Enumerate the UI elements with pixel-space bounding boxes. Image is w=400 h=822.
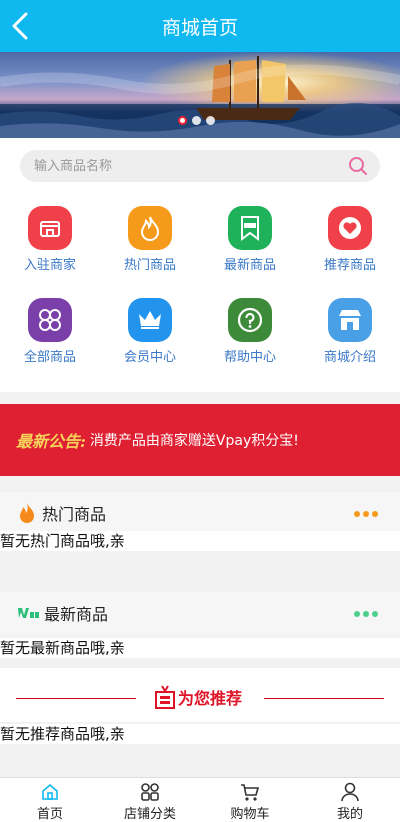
grid-item-label: 会员中心 (123, 350, 176, 365)
grid-item-member[interactable]: 会员中心 (100, 288, 200, 368)
grid-item-recommend[interactable]: 推荐商品 (300, 196, 400, 276)
back-arrow-icon[interactable] (8, 10, 34, 42)
section-title: 热门商品 (42, 505, 107, 524)
grid-item-merchants[interactable]: 入驻商家 (0, 196, 100, 276)
carousel-dot[interactable] (192, 116, 201, 125)
grid-item-about[interactable]: 商城介绍 (300, 288, 400, 368)
grid-item-label: 商城介绍 (323, 350, 376, 365)
grid-item-label: 推荐商品 (323, 258, 376, 273)
announcement-tag: 最新公告: (16, 432, 86, 451)
grid-item-label: 最新商品 (223, 258, 276, 273)
announcement-banner[interactable]: 最新公告: 消费产品由商家赠送Vpay积分宝! (0, 404, 400, 476)
home-icon (42, 783, 58, 800)
bottom-tab-bar: 首页 店铺分类 购物车 我的 (0, 777, 400, 822)
header-bar: 商城首页 (0, 0, 400, 52)
tab-label: 首页 (36, 807, 63, 822)
sailing-ship-banner-image (0, 52, 400, 138)
banner-carousel[interactable] (0, 52, 400, 138)
grid-item-label: 热门商品 (123, 258, 176, 273)
carousel-indicator (178, 116, 215, 125)
tab-home[interactable]: 首页 (0, 778, 100, 822)
section-header-new[interactable]: 最新商品 (0, 592, 400, 634)
section-header-recommend: 为您推荐 (0, 668, 400, 722)
cart-icon (241, 784, 260, 801)
grid-item-help[interactable]: 帮助中心 (200, 288, 300, 368)
grid-item-hot[interactable]: 热门商品 (100, 196, 200, 276)
category-grid: 入驻商家 热门商品 最新商品 推荐商品 全部商品 会员中心 帮助中心 商城介绍 (0, 194, 400, 392)
empty-message-recommend: 暂无推荐商品哦,亲 (0, 724, 400, 744)
more-dots-icon[interactable] (354, 511, 378, 517)
flame-icon (128, 206, 172, 250)
page-title: 商城首页 (161, 16, 238, 39)
section-title: 最新商品 (44, 605, 109, 624)
new-badge-icon (228, 206, 272, 250)
shop-icon (28, 206, 72, 250)
carousel-dot[interactable] (206, 116, 215, 125)
clover-icon (28, 298, 72, 342)
divider-line (16, 698, 136, 699)
tab-profile[interactable]: 我的 (300, 778, 400, 822)
search-icon[interactable] (348, 156, 368, 176)
search-input[interactable] (34, 158, 334, 174)
tab-label: 店铺分类 (123, 807, 176, 822)
flame-icon (20, 503, 34, 523)
recommend-title-group: 为您推荐 (154, 684, 242, 710)
grid-item-label: 帮助中心 (223, 350, 276, 365)
tab-cart[interactable]: 购物车 (200, 778, 300, 822)
gift-box-icon (155, 685, 175, 709)
search-section (0, 138, 400, 194)
tab-label: 购物车 (230, 807, 270, 822)
empty-message-hot: 暂无热门商品哦,亲 (0, 531, 400, 551)
tab-label: 我的 (336, 807, 363, 822)
announcement-text: 消费产品由商家赠送Vpay积分宝! (89, 433, 299, 449)
more-dots-icon[interactable] (354, 611, 378, 617)
grid-item-new[interactable]: 最新商品 (200, 196, 300, 276)
help-icon (228, 298, 272, 342)
empty-message-new: 暂无最新商品哦,亲 (0, 638, 400, 658)
crown-icon (128, 298, 172, 342)
user-icon (341, 782, 359, 802)
divider-line (264, 698, 384, 699)
tab-categories[interactable]: 店铺分类 (100, 778, 200, 822)
section-header-hot[interactable]: 热门商品 (0, 492, 400, 534)
grid-item-all[interactable]: 全部商品 (0, 288, 100, 368)
grid-item-label: 入驻商家 (23, 258, 76, 273)
grid-icon (141, 783, 159, 801)
grid-item-label: 全部商品 (23, 350, 76, 365)
search-box (20, 150, 380, 182)
store-icon (328, 298, 372, 342)
section-title: 为您推荐 (178, 689, 243, 708)
new-label-icon (18, 608, 39, 618)
carousel-dot-active[interactable] (178, 116, 187, 125)
heart-icon (328, 206, 372, 250)
